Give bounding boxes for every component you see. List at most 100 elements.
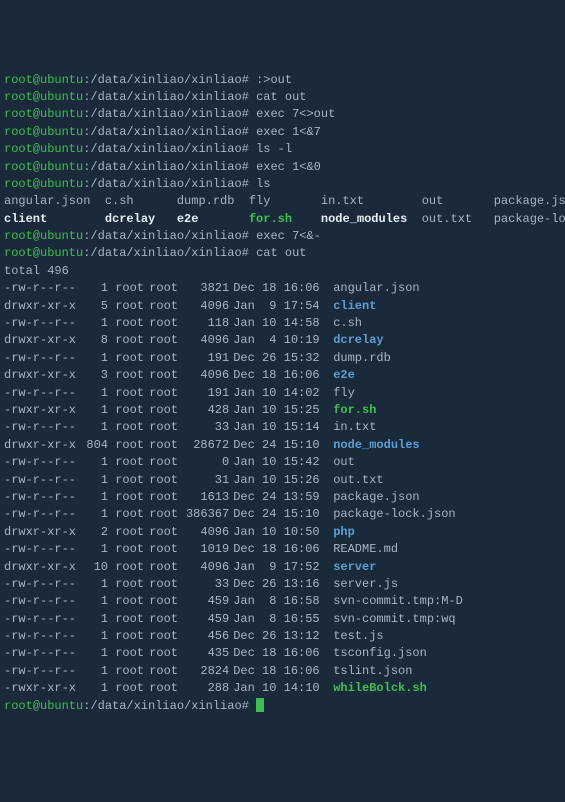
links: 1 bbox=[82, 541, 108, 558]
owner: root bbox=[115, 506, 149, 523]
perm: drwxr-xr-x bbox=[4, 332, 82, 349]
perm: drwxr-xr-x bbox=[4, 437, 82, 454]
filename: package.json bbox=[329, 489, 419, 506]
group: root bbox=[149, 385, 183, 402]
date: Dec 18 16:06 bbox=[229, 280, 329, 297]
group: root bbox=[149, 506, 183, 523]
filename: php bbox=[329, 524, 355, 541]
perm: -rwxr-xr-x bbox=[4, 680, 82, 697]
filename: e2e bbox=[329, 367, 355, 384]
group: root bbox=[149, 559, 183, 576]
ls-entry: out.txt bbox=[422, 212, 494, 226]
size: 456 bbox=[183, 628, 229, 645]
links: 1 bbox=[82, 645, 108, 662]
links: 804 bbox=[82, 437, 108, 454]
file-row: -rwxr-xr-x1 rootroot428Jan 10 15:25for.s… bbox=[4, 402, 561, 419]
ls-entry: dcrelay bbox=[105, 212, 177, 226]
prompt-end: # bbox=[242, 125, 249, 139]
file-row: -rw-r--r--1 rootroot459Jan 8 16:55svn-co… bbox=[4, 611, 561, 628]
size: 33 bbox=[183, 419, 229, 436]
owner: root bbox=[115, 472, 149, 489]
prompt-path: /data/xinliao/xinliao bbox=[90, 160, 241, 174]
file-row: -rw-r--r--1 rootroot3821Dec 18 16:06angu… bbox=[4, 280, 561, 297]
size: 428 bbox=[183, 402, 229, 419]
cursor-icon bbox=[256, 698, 264, 712]
group: root bbox=[149, 593, 183, 610]
filename: whileBolck.sh bbox=[329, 680, 427, 697]
filename: out.txt bbox=[329, 472, 383, 489]
group: root bbox=[149, 437, 183, 454]
perm: drwxr-xr-x bbox=[4, 559, 82, 576]
filename: svn-commit.tmp:M-D bbox=[329, 593, 463, 610]
filename: dcrelay bbox=[329, 332, 383, 349]
ls-entry: node_modules bbox=[321, 212, 422, 226]
shell-prompt: root@ubuntu:/data/xinliao/xinliao# bbox=[4, 229, 249, 243]
prompt-end: # bbox=[242, 107, 249, 121]
links: 1 bbox=[82, 663, 108, 680]
ls-entry: client bbox=[4, 212, 105, 226]
prompt-path: /data/xinliao/xinliao bbox=[90, 142, 241, 156]
group: root bbox=[149, 454, 183, 471]
file-row: -rw-r--r--1 rootroot386367Dec 24 15:10pa… bbox=[4, 506, 561, 523]
group: root bbox=[149, 541, 183, 558]
size: 459 bbox=[183, 593, 229, 610]
date: Jan 10 14:58 bbox=[229, 315, 329, 332]
shell-prompt: root@ubuntu:/data/xinliao/xinliao# bbox=[4, 90, 249, 104]
prompt-user: root@ubuntu bbox=[4, 73, 83, 87]
group: root bbox=[149, 402, 183, 419]
date: Dec 24 13:59 bbox=[229, 489, 329, 506]
size: 4096 bbox=[183, 559, 229, 576]
owner: root bbox=[115, 454, 149, 471]
links: 10 bbox=[82, 559, 108, 576]
date: Jan 8 16:58 bbox=[229, 593, 329, 610]
command-text: exec 1<&7 bbox=[256, 125, 321, 139]
command-text: exec 1<&0 bbox=[256, 160, 321, 174]
date: Dec 26 13:12 bbox=[229, 628, 329, 645]
filename: test.js bbox=[329, 628, 383, 645]
group: root bbox=[149, 280, 183, 297]
links: 1 bbox=[82, 454, 108, 471]
perm: -rw-r--r-- bbox=[4, 472, 82, 489]
links: 1 bbox=[82, 350, 108, 367]
perm: -rw-r--r-- bbox=[4, 385, 82, 402]
date: Dec 26 15:32 bbox=[229, 350, 329, 367]
file-row: -rw-r--r--1 rootroot1019Dec 18 16:06READ… bbox=[4, 541, 561, 558]
group: root bbox=[149, 332, 183, 349]
shell-prompt: root@ubuntu:/data/xinliao/xinliao# bbox=[4, 73, 249, 87]
ls-entry: angular.json bbox=[4, 194, 105, 208]
perm: -rw-r--r-- bbox=[4, 663, 82, 680]
perm: -rw-r--r-- bbox=[4, 454, 82, 471]
prompt-end: # bbox=[242, 699, 249, 713]
shell-prompt: root@ubuntu:/data/xinliao/xinliao# bbox=[4, 142, 249, 156]
prompt-path: /data/xinliao/xinliao bbox=[90, 90, 241, 104]
terminal[interactable]: root@ubuntu:/data/xinliao/xinliao# :>out… bbox=[4, 72, 561, 715]
size: 435 bbox=[183, 645, 229, 662]
file-row: -rw-r--r--1 rootroot31Jan 10 15:26out.tx… bbox=[4, 472, 561, 489]
date: Dec 18 16:06 bbox=[229, 663, 329, 680]
links: 1 bbox=[82, 489, 108, 506]
prompt-end: # bbox=[242, 142, 249, 156]
file-row: -rw-r--r--1 rootroot2824Dec 18 16:06tsli… bbox=[4, 663, 561, 680]
owner: root bbox=[115, 315, 149, 332]
filename: package-lock.json bbox=[329, 506, 455, 523]
filename: tslint.json bbox=[329, 663, 412, 680]
owner: root bbox=[115, 350, 149, 367]
prompt-path: /data/xinliao/xinliao bbox=[90, 73, 241, 87]
filename: server.js bbox=[329, 576, 398, 593]
file-row: -rw-r--r--1 rootroot191Dec 26 15:32dump.… bbox=[4, 350, 561, 367]
links: 1 bbox=[82, 680, 108, 697]
group: root bbox=[149, 298, 183, 315]
command-text: exec 7<&- bbox=[256, 229, 321, 243]
date: Jan 9 17:54 bbox=[229, 298, 329, 315]
prompt-user: root@ubuntu bbox=[4, 246, 83, 260]
owner: root bbox=[115, 489, 149, 506]
owner: root bbox=[115, 524, 149, 541]
owner: root bbox=[115, 559, 149, 576]
size: 3821 bbox=[183, 280, 229, 297]
date: Dec 18 16:06 bbox=[229, 367, 329, 384]
size: 118 bbox=[183, 315, 229, 332]
shell-prompt: root@ubuntu:/data/xinliao/xinliao# bbox=[4, 125, 249, 139]
filename: README.md bbox=[329, 541, 398, 558]
filename: c.sh bbox=[329, 315, 362, 332]
filename: for.sh bbox=[329, 402, 376, 419]
